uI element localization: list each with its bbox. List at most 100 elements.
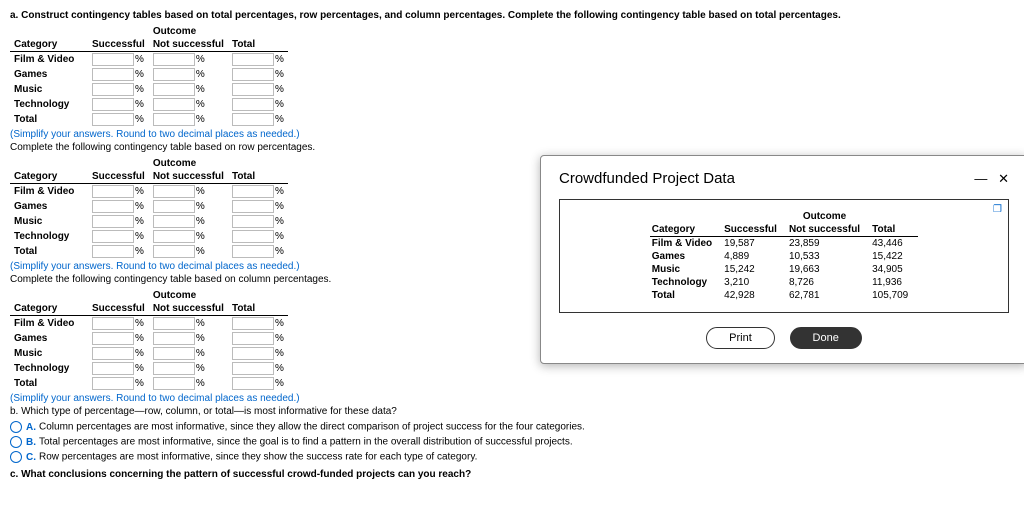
minimize-icon[interactable]: — — [974, 171, 987, 186]
question-b: b. Which type of percentage—row, column,… — [10, 406, 1014, 417]
pct-input[interactable] — [92, 113, 134, 126]
data-cell: 42,928 — [722, 289, 787, 302]
pct-input[interactable] — [232, 245, 274, 258]
data-cell: Film & Video — [650, 237, 722, 251]
option-c[interactable]: C.Row percentages are most informative, … — [10, 451, 1014, 463]
pct-input[interactable] — [153, 377, 195, 390]
pct-sign: % — [135, 54, 144, 65]
pct-input[interactable] — [153, 362, 195, 375]
pct-input[interactable] — [153, 83, 195, 96]
pct-input[interactable] — [153, 347, 195, 360]
pct-input[interactable] — [92, 200, 134, 213]
pct-sign: % — [196, 186, 205, 197]
pct-input[interactable] — [232, 362, 274, 375]
pct-input[interactable] — [153, 245, 195, 258]
pct-input[interactable] — [92, 98, 134, 111]
pct-input[interactable] — [92, 362, 134, 375]
print-button[interactable]: Print — [706, 327, 775, 349]
pct-input[interactable] — [232, 200, 274, 213]
pct-input[interactable] — [232, 332, 274, 345]
row-label: Total — [10, 376, 88, 391]
pct-sign: % — [196, 99, 205, 110]
pct-input[interactable] — [232, 98, 274, 111]
option-text: Row percentages are most informative, si… — [39, 452, 477, 463]
col-successful: Successful — [88, 302, 149, 316]
pct-input[interactable] — [92, 83, 134, 96]
col-successful: Successful — [88, 38, 149, 52]
pct-input[interactable] — [232, 377, 274, 390]
pct-sign: % — [275, 216, 284, 227]
pct-input[interactable] — [92, 185, 134, 198]
pct-input[interactable] — [232, 230, 274, 243]
pct-sign: % — [275, 363, 284, 374]
close-icon[interactable]: ✕ — [998, 171, 1009, 186]
table-row: Film & Video%%% — [10, 184, 288, 200]
data-cell: 15,242 — [722, 263, 787, 276]
pct-sign: % — [135, 99, 144, 110]
data-cell: 3,210 — [722, 276, 787, 289]
pct-input[interactable] — [153, 200, 195, 213]
data-row: Technology3,2108,72611,936 — [650, 276, 919, 289]
data-cell: 34,905 — [870, 263, 918, 276]
table-row: Film & Video%%% — [10, 52, 288, 68]
pct-input[interactable] — [153, 53, 195, 66]
pct-input[interactable] — [153, 185, 195, 198]
radio-icon[interactable] — [10, 451, 22, 463]
pct-input[interactable] — [153, 230, 195, 243]
outcome-header: Outcome — [149, 157, 228, 170]
col-category: Category — [10, 302, 88, 316]
pct-sign: % — [275, 318, 284, 329]
pct-input[interactable] — [153, 215, 195, 228]
pct-input[interactable] — [92, 245, 134, 258]
outcome-header: Outcome — [149, 289, 228, 302]
col-not-successful: Not successful — [149, 38, 228, 52]
option-b[interactable]: B.Total percentages are most informative… — [10, 436, 1014, 448]
pct-input[interactable] — [92, 347, 134, 360]
pct-input[interactable] — [92, 332, 134, 345]
option-label: B. — [26, 437, 36, 448]
pct-input[interactable] — [232, 68, 274, 81]
pct-sign: % — [135, 333, 144, 344]
done-button[interactable]: Done — [790, 327, 862, 349]
pct-sign: % — [196, 231, 205, 242]
pct-input[interactable] — [92, 68, 134, 81]
pct-input[interactable] — [153, 317, 195, 330]
data-row: Total42,92862,781105,709 — [650, 289, 919, 302]
pct-sign: % — [196, 246, 205, 257]
data-cell: 11,936 — [870, 276, 918, 289]
table-row: Games%%% — [10, 199, 288, 214]
pct-input[interactable] — [232, 53, 274, 66]
option-a[interactable]: A.Column percentages are most informativ… — [10, 421, 1014, 433]
question-a: a. Construct contingency tables based on… — [10, 10, 1014, 21]
row-label: Music — [10, 214, 88, 229]
pct-sign: % — [275, 333, 284, 344]
data-col-header: Category — [650, 223, 722, 237]
pct-input[interactable] — [92, 377, 134, 390]
pct-input[interactable] — [92, 53, 134, 66]
pct-sign: % — [196, 114, 205, 125]
pct-input[interactable] — [232, 185, 274, 198]
pct-input[interactable] — [92, 317, 134, 330]
pct-input[interactable] — [232, 215, 274, 228]
pct-input[interactable] — [232, 83, 274, 96]
col-total: Total — [228, 170, 288, 184]
pct-input[interactable] — [232, 347, 274, 360]
data-cell: 19,663 — [787, 263, 870, 276]
col-total: Total — [228, 302, 288, 316]
table-total-percentages: Outcome Category Successful Not successf… — [10, 25, 1014, 140]
pct-input[interactable] — [232, 317, 274, 330]
pct-input[interactable] — [232, 113, 274, 126]
pct-input[interactable] — [153, 98, 195, 111]
pct-sign: % — [135, 84, 144, 95]
radio-icon[interactable] — [10, 436, 22, 448]
pct-sign: % — [275, 54, 284, 65]
pct-input[interactable] — [153, 332, 195, 345]
radio-icon[interactable] — [10, 421, 22, 433]
table-row: Technology%%% — [10, 361, 288, 376]
copy-icon[interactable]: ❐ — [993, 204, 1002, 215]
pct-input[interactable] — [92, 230, 134, 243]
pct-input[interactable] — [153, 68, 195, 81]
pct-input[interactable] — [92, 215, 134, 228]
pct-input[interactable] — [153, 113, 195, 126]
pct-sign: % — [135, 246, 144, 257]
